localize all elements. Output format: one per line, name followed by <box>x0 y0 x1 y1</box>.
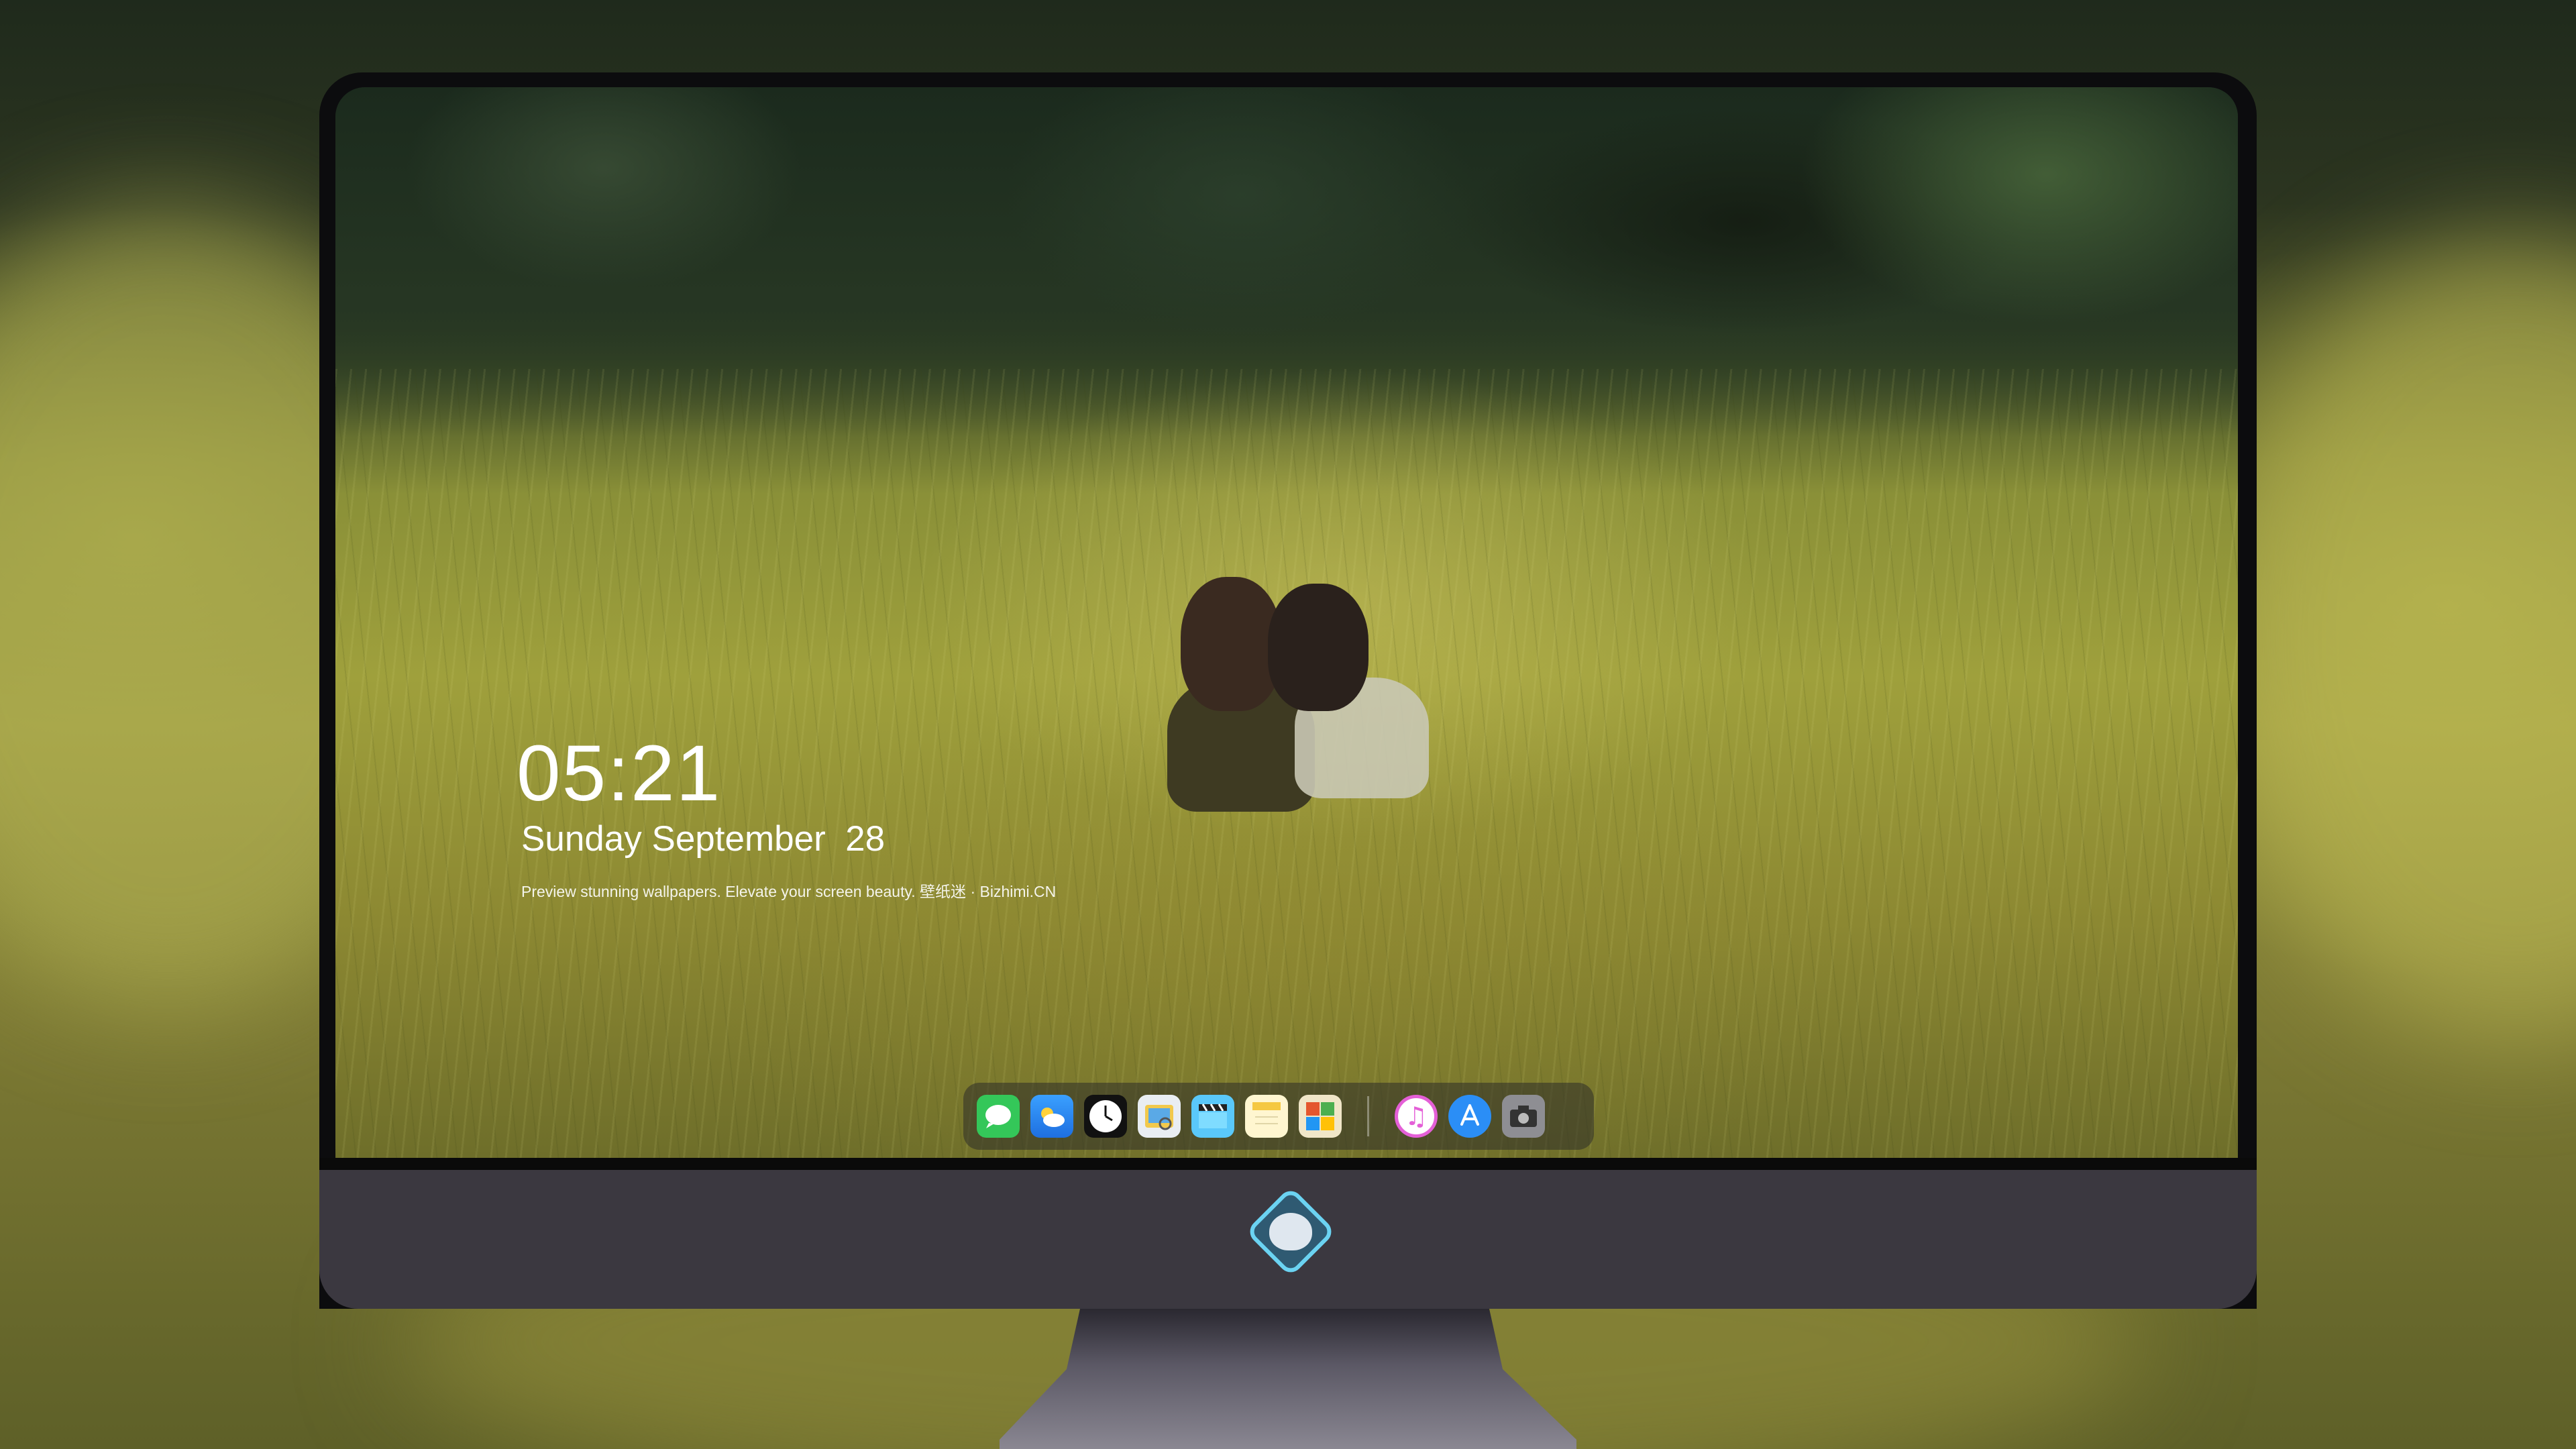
chin-bezel-line <box>319 1158 2257 1170</box>
itunes-icon[interactable]: ♫ <box>1395 1095 1438 1138</box>
wallpaper-tagline: Preview stunning wallpapers. Elevate you… <box>521 883 1057 900</box>
preview-icon[interactable] <box>1138 1095 1181 1138</box>
photo-booth-icon[interactable] <box>1299 1095 1342 1138</box>
messages-icon[interactable] <box>977 1095 1020 1138</box>
monitor-chin <box>319 1158 2257 1309</box>
app-store-icon[interactable] <box>1448 1095 1491 1138</box>
monitor-stand <box>993 1309 1583 1449</box>
lock-clock: 05:21 <box>517 729 722 818</box>
mascot-face-icon <box>1269 1213 1312 1250</box>
dock-separator <box>1367 1096 1369 1136</box>
lock-screen[interactable]: 05:21 Sunday September 28 Preview stunni… <box>335 87 2238 1158</box>
music-note-glyph: ♫ <box>1404 1102 1428 1131</box>
notes-icon[interactable] <box>1245 1095 1288 1138</box>
couple-head-left <box>1181 577 1281 711</box>
wallpaper-couple <box>1167 577 1436 818</box>
clapperboard-icon[interactable] <box>1191 1095 1234 1138</box>
weather-icon[interactable] <box>1030 1095 1073 1138</box>
bg-glow-right <box>2214 235 2576 1040</box>
couple-head-right <box>1268 584 1368 711</box>
clock-icon[interactable] <box>1084 1095 1127 1138</box>
monitor: 05:21 Sunday September 28 Preview stunni… <box>319 72 2257 1309</box>
lock-date: Sunday September 28 <box>521 819 885 859</box>
dock: ♫ <box>963 1083 1594 1150</box>
camera-icon[interactable] <box>1502 1095 1545 1138</box>
